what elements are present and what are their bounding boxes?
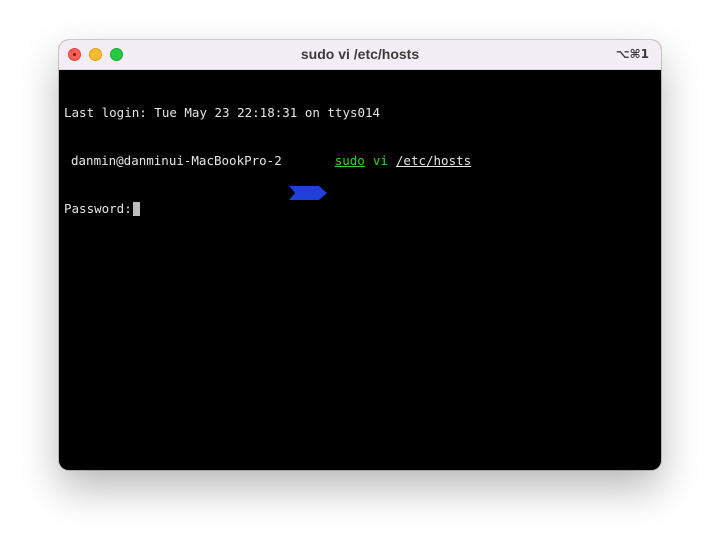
text-cursor (132, 202, 140, 216)
title-bar[interactable]: sudo vi /etc/hosts ⌥⌘1 (59, 40, 661, 70)
terminal-window[interactable]: sudo vi /etc/hosts ⌥⌘1 Last login: Tue M… (59, 40, 661, 470)
prompt-line: danmin@danminui-MacBookPro-2 sudo vi /et… (64, 153, 656, 200)
prompt-user: danmin@danminui-MacBookPro-2 (71, 153, 282, 168)
prompt-arrow-icon (288, 154, 327, 200)
window-title: sudo vi /etc/hosts (300, 46, 420, 62)
last-login-text: Last login: Tue May 23 22:18:31 on ttys0… (64, 105, 381, 120)
command-path: /etc/hosts (395, 153, 472, 168)
terminal-content[interactable]: Last login: Tue May 23 22:18:31 on ttys0… (59, 70, 661, 470)
command-sudo: sudo (334, 153, 365, 168)
window-shortcut: ⌥⌘1 (615, 47, 649, 61)
desktop: sudo vi /etc/hosts ⌥⌘1 Last login: Tue M… (0, 0, 720, 549)
last-login-line: Last login: Tue May 23 22:18:31 on ttys0… (64, 105, 656, 121)
password-prompt: Password: (64, 201, 132, 216)
command-vi: vi (372, 153, 388, 168)
password-line: Password: (64, 201, 656, 217)
